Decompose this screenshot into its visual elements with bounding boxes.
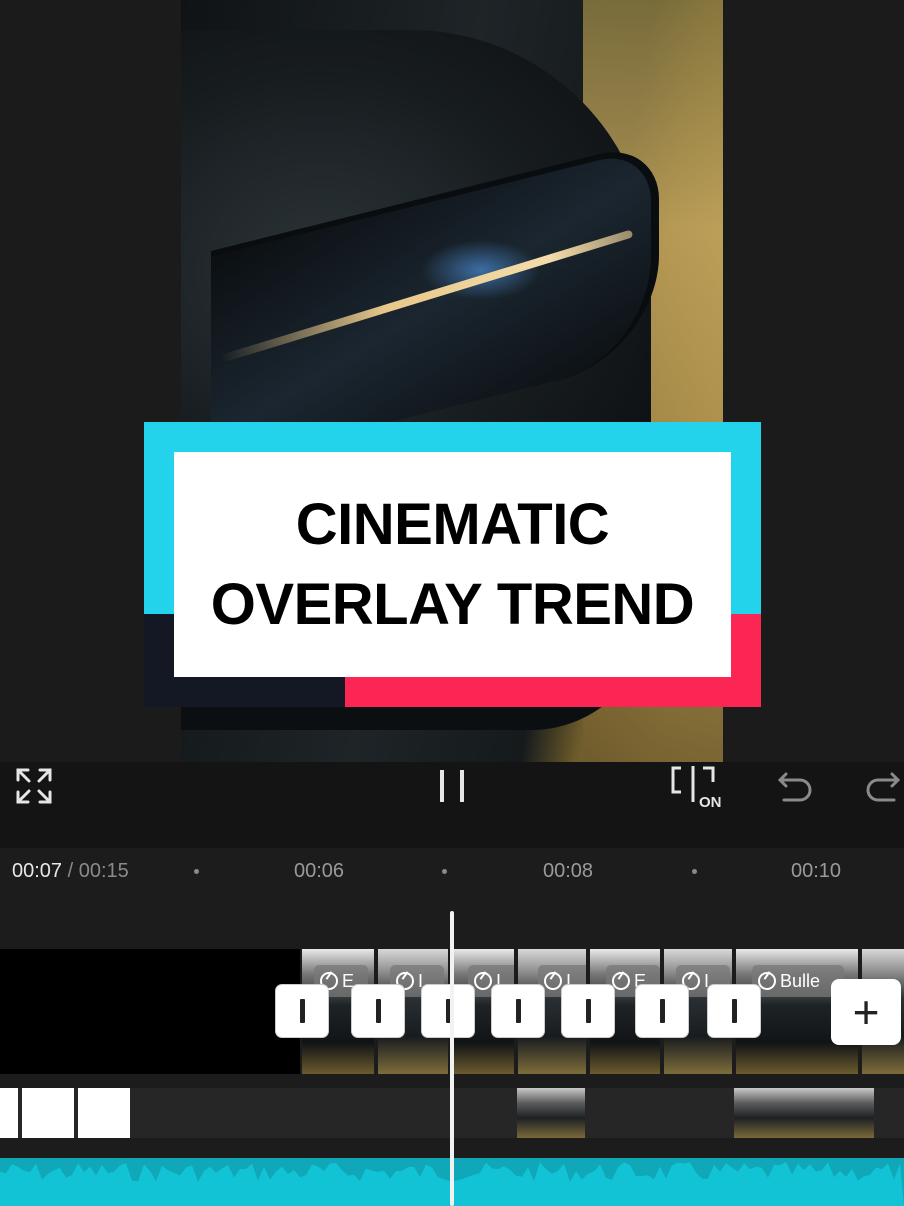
transition-button[interactable] bbox=[276, 985, 328, 1037]
overlay-clip[interactable] bbox=[0, 1088, 18, 1138]
add-clip-button[interactable]: + bbox=[831, 979, 901, 1045]
title-card-overlay[interactable]: CINEMATIC OVERLAY TREND bbox=[144, 422, 761, 707]
time-readout: 00:07 / 00:15 bbox=[12, 860, 129, 883]
pause-icon bbox=[440, 770, 464, 802]
speed-icon bbox=[474, 972, 492, 990]
overlay-clip-thumbnail[interactable] bbox=[734, 1088, 874, 1138]
expand-arrows-icon bbox=[16, 768, 52, 804]
redo-icon bbox=[866, 772, 901, 802]
transition-button[interactable] bbox=[562, 985, 614, 1037]
transition-button[interactable] bbox=[422, 985, 474, 1037]
transition-icon bbox=[659, 999, 665, 1023]
transition-icon bbox=[299, 999, 305, 1023]
speed-icon bbox=[612, 972, 630, 990]
playback-controls: ON bbox=[0, 762, 904, 848]
transition-button[interactable] bbox=[708, 985, 760, 1037]
ruler-dot bbox=[194, 869, 199, 874]
current-time: 00:07 bbox=[12, 860, 63, 882]
transition-icon bbox=[375, 999, 381, 1023]
transition-button[interactable] bbox=[352, 985, 404, 1037]
transition-button[interactable] bbox=[636, 985, 688, 1037]
speed-icon bbox=[544, 972, 562, 990]
total-duration: 00:15 bbox=[78, 860, 129, 882]
title-card-text-panel: CINEMATIC OVERLAY TREND bbox=[174, 452, 731, 677]
ruler-tick-label: 00:10 bbox=[791, 860, 842, 882]
pause-button[interactable] bbox=[428, 762, 476, 810]
transition-icon bbox=[731, 999, 737, 1023]
transition-icon bbox=[515, 999, 521, 1023]
undo-button[interactable] bbox=[774, 762, 818, 810]
black-clip[interactable] bbox=[0, 949, 300, 1074]
ruler-dot bbox=[692, 869, 697, 874]
playhead[interactable] bbox=[450, 911, 454, 1206]
ruler-tick-label: 00:06 bbox=[294, 860, 345, 882]
transition-button[interactable] bbox=[492, 985, 544, 1037]
ruler-dot bbox=[442, 869, 447, 874]
overlay-clip[interactable] bbox=[22, 1088, 74, 1138]
svg-text:ON: ON bbox=[699, 794, 722, 810]
undo-icon bbox=[777, 772, 812, 802]
snap-on-icon: ON bbox=[671, 766, 722, 810]
fullscreen-button[interactable] bbox=[12, 762, 56, 810]
transition-icon bbox=[585, 999, 591, 1023]
overlay-clip[interactable] bbox=[78, 1088, 130, 1138]
speed-icon bbox=[758, 972, 776, 990]
redo-button[interactable] bbox=[860, 762, 904, 810]
overlay-clip-thumbnail[interactable] bbox=[517, 1088, 585, 1138]
time-separator: / bbox=[62, 860, 79, 882]
title-line-2: OVERLAY TREND bbox=[210, 571, 695, 637]
auto-snap-toggle[interactable]: ON bbox=[666, 762, 728, 810]
title-line-1: CINEMATIC bbox=[295, 491, 610, 557]
ruler-tick-label: 00:08 bbox=[543, 860, 594, 882]
